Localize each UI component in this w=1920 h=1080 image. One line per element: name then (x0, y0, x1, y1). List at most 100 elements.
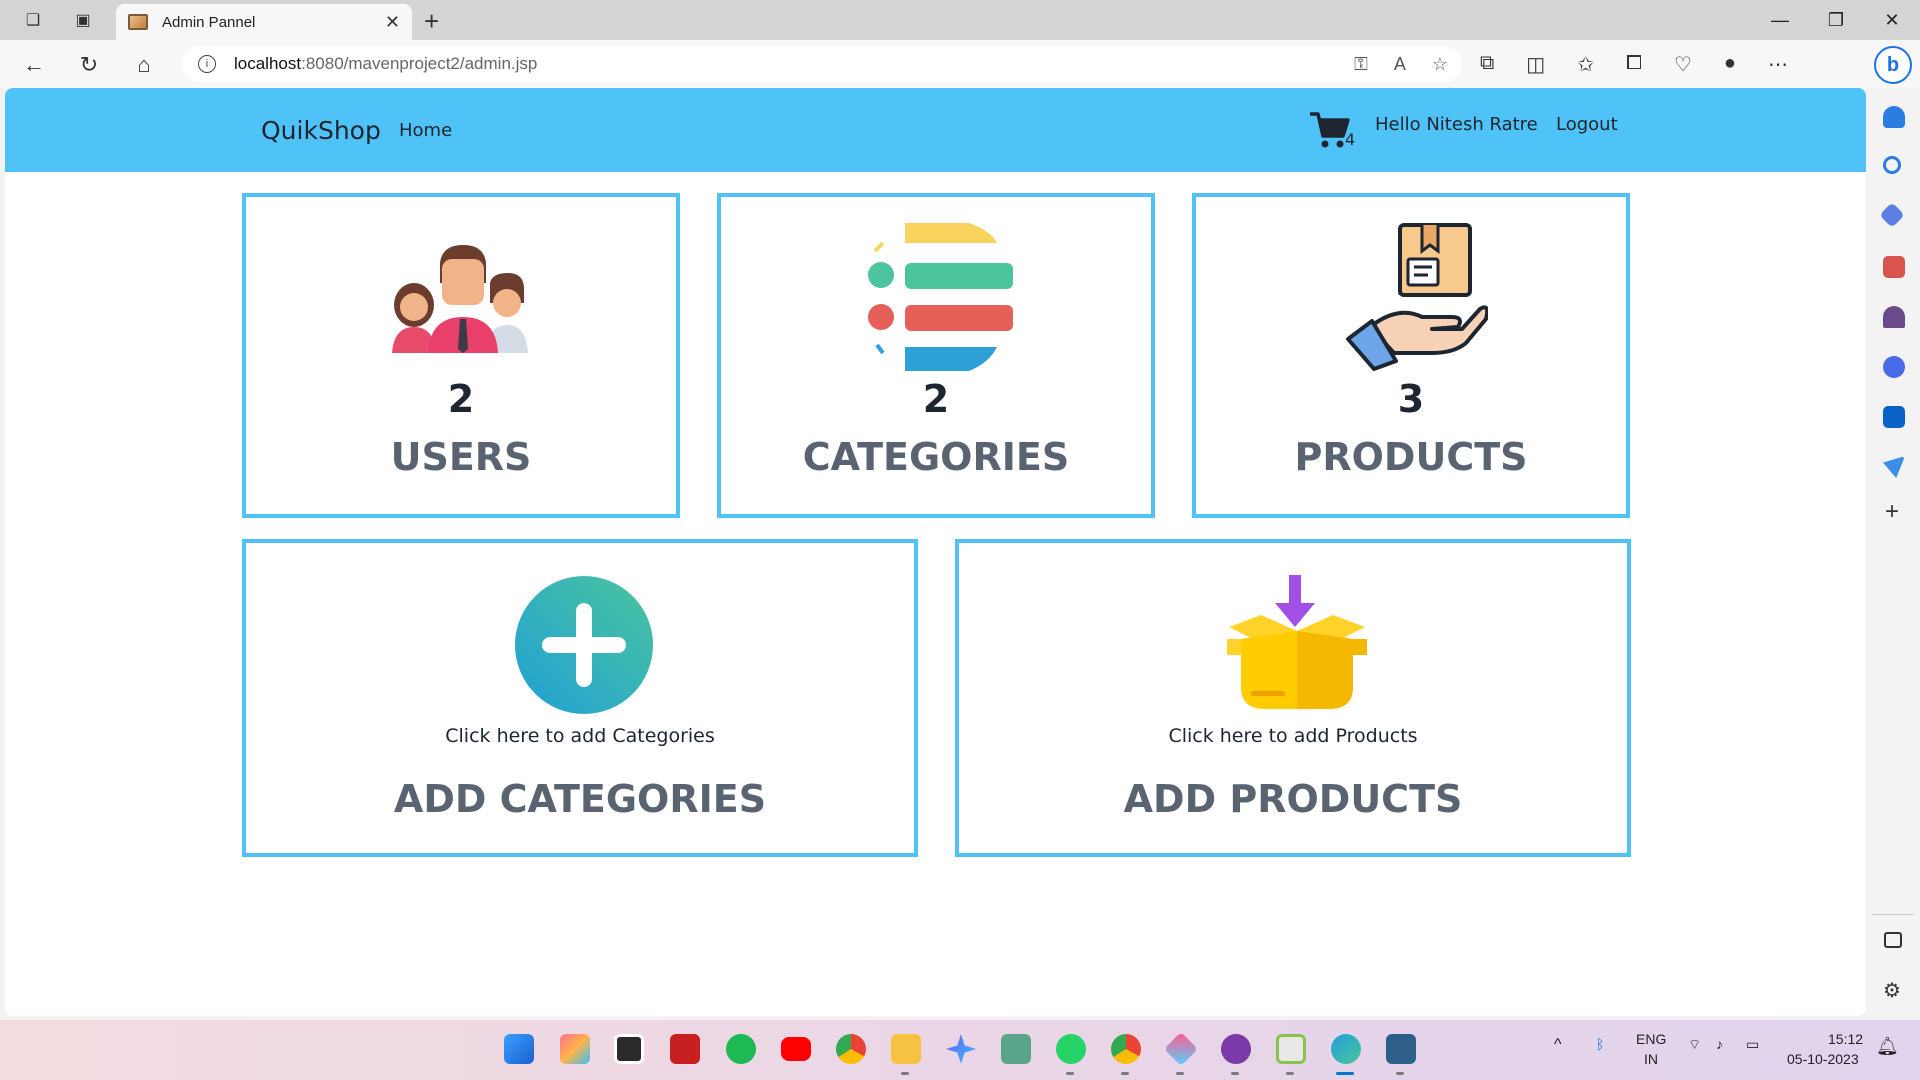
youtube-icon[interactable] (781, 1037, 811, 1061)
browser-tab-active[interactable]: Admin Pannel ✕ (116, 4, 412, 40)
taskbar-running-indicator (1231, 1072, 1239, 1075)
read-aloud-icon[interactable]: A (1394, 54, 1406, 75)
tab-close-icon[interactable]: ✕ (385, 12, 400, 33)
node-icon[interactable] (1276, 1034, 1306, 1064)
users-group-icon (392, 245, 528, 353)
site-info-icon[interactable]: i (198, 55, 216, 73)
add-categories-card[interactable]: Click here to add Categories ADD CATEGOR… (242, 539, 918, 857)
extensions-icon[interactable]: ⧉ (1480, 52, 1494, 77)
brand-logo[interactable]: QuikShop (261, 116, 381, 145)
url-host: localhost (234, 54, 302, 73)
file-explorer-icon[interactable] (891, 1034, 921, 1064)
edge-sidebar: + ⚙ (1866, 88, 1920, 1018)
product-in-hand-icon (1346, 223, 1488, 371)
games-icon[interactable] (1883, 306, 1905, 328)
performance-icon[interactable]: ♡ (1674, 52, 1692, 77)
search-icon[interactable] (1883, 156, 1901, 174)
wifi-icon[interactable]: ⌔ (1688, 1036, 1701, 1054)
split-screen-icon[interactable]: ◫ (1526, 52, 1545, 77)
address-bar[interactable]: i localhost :8080/mavenproject2/admin.js… (182, 46, 1462, 82)
categories-label: CATEGORIES (802, 435, 1070, 479)
sidebar-divider (1872, 914, 1914, 915)
netbeans-icon[interactable] (1386, 1034, 1416, 1064)
clock-date[interactable]: 05-10-2023 (1787, 1051, 1859, 1067)
battery-icon[interactable]: ▭ (1746, 1036, 1759, 1053)
notifications-icon[interactable] (1883, 106, 1905, 128)
taskbar-running-indicator (1176, 1072, 1184, 1075)
add-plus-circle-icon (515, 576, 653, 714)
browser-tab-strip: ❏ ▣ Admin Pannel ✕ + — ❐ ✕ (0, 0, 1920, 40)
shopping-tag-icon[interactable] (1879, 202, 1905, 228)
categories-card[interactable]: 2 CATEGORIES (717, 193, 1155, 518)
copilot-icon[interactable]: b (1874, 46, 1912, 84)
outlook-icon[interactable] (1883, 406, 1905, 428)
start-menu-icon[interactable] (504, 1034, 534, 1064)
add-categories-label: ADD CATEGORIES (393, 777, 767, 821)
gemini-icon[interactable] (946, 1034, 976, 1064)
restore-icon[interactable]: ❐ (1808, 0, 1864, 40)
products-label: PRODUCTS (1294, 435, 1528, 479)
password-key-icon[interactable]: ⚿ (1354, 54, 1368, 75)
favorites-icon[interactable]: ✩ (1577, 52, 1594, 77)
favorite-star-icon[interactable]: ☆ (1432, 54, 1448, 75)
whatsapp-icon[interactable] (1056, 1034, 1086, 1064)
chrome-profile-icon[interactable] (1111, 1034, 1141, 1064)
tab-actions-icon[interactable]: ▣ (72, 9, 94, 31)
spotify-icon[interactable] (726, 1034, 756, 1064)
users-label: USERS (390, 435, 532, 479)
users-card[interactable]: 2 USERS (242, 193, 680, 518)
collections-icon[interactable]: ⧠ (1626, 52, 1642, 77)
language-code[interactable]: ENG (1636, 1031, 1666, 1047)
taskbar-running-indicator (1286, 1072, 1294, 1075)
url-path: :8080/mavenproject2/admin.jsp (301, 54, 538, 73)
add-product-box-icon (1227, 575, 1367, 709)
logout-link[interactable]: Logout (1556, 114, 1618, 135)
tab-title: Admin Pannel (162, 13, 256, 31)
clock-time[interactable]: 15:12 (1828, 1031, 1863, 1047)
windows-taskbar: ^ ᛒ ENG IN ⌔ ♪ ▭ 15:12 05-10-2023 🔔︎ (0, 1020, 1920, 1080)
products-card[interactable]: 3 PRODUCTS (1192, 193, 1630, 518)
taskbar-active-indicator (1336, 1072, 1354, 1075)
home-icon[interactable]: ⌂ (130, 52, 158, 78)
notification-bell-icon[interactable]: 🔔︎ (1876, 1036, 1899, 1057)
add-products-hint: Click here to add Products (1168, 725, 1418, 747)
page-viewport: QuikShop Home 4 Hello Nitesh Ratre Logou… (5, 88, 1866, 1016)
workspaces-icon[interactable]: ❏ (22, 9, 44, 31)
tools-icon[interactable] (1883, 256, 1905, 278)
cart-count-badge: 4 (1345, 130, 1356, 149)
minimize-icon[interactable]: — (1752, 0, 1808, 40)
users-count: 2 (447, 377, 475, 421)
gemini-app-icon[interactable] (1164, 1032, 1198, 1066)
back-icon[interactable]: ← (20, 52, 48, 78)
copilot-pre-icon[interactable] (560, 1034, 590, 1064)
add-sidebar-app-icon[interactable]: + (1885, 498, 1899, 526)
taskbar-running-indicator (901, 1072, 909, 1075)
settings-gear-icon[interactable]: ⚙ (1883, 978, 1901, 1003)
volume-icon[interactable]: ♪ (1716, 1036, 1723, 1052)
browser-toolbar: ← ↻ ⌂ i localhost :8080/mavenproject2/ad… (0, 40, 1920, 88)
github-icon[interactable] (1221, 1034, 1251, 1064)
add-products-card[interactable]: Click here to add Products ADD PRODUCTS (955, 539, 1631, 857)
bluetooth-icon[interactable]: ᛒ (1596, 1036, 1604, 1052)
region-code[interactable]: IN (1644, 1051, 1658, 1067)
profile-icon[interactable]: ● (1724, 52, 1736, 77)
taskbar-running-indicator (1066, 1072, 1074, 1075)
window-close-icon[interactable]: ✕ (1864, 0, 1920, 40)
edge-icon[interactable] (1331, 1034, 1361, 1064)
tray-chevron-icon[interactable]: ^ (1554, 1036, 1562, 1054)
nav-home-link[interactable]: Home (399, 120, 452, 141)
add-categories-hint: Click here to add Categories (445, 725, 715, 747)
chatgpt-icon[interactable] (1001, 1034, 1031, 1064)
hide-sidebar-icon[interactable] (1884, 932, 1902, 948)
taskbar-running-indicator (1121, 1072, 1129, 1075)
chrome-icon[interactable] (836, 1034, 866, 1064)
terminal-icon[interactable] (614, 1034, 644, 1064)
refresh-icon[interactable]: ↻ (75, 52, 103, 78)
send-icon[interactable] (1883, 456, 1905, 478)
game-app-icon[interactable] (670, 1034, 700, 1064)
microsoft365-icon[interactable] (1883, 356, 1905, 378)
more-menu-icon[interactable]: ⋯ (1768, 52, 1788, 77)
new-tab-icon[interactable]: + (424, 6, 439, 37)
tab-favicon-icon (128, 14, 148, 30)
products-count: 3 (1397, 377, 1425, 421)
